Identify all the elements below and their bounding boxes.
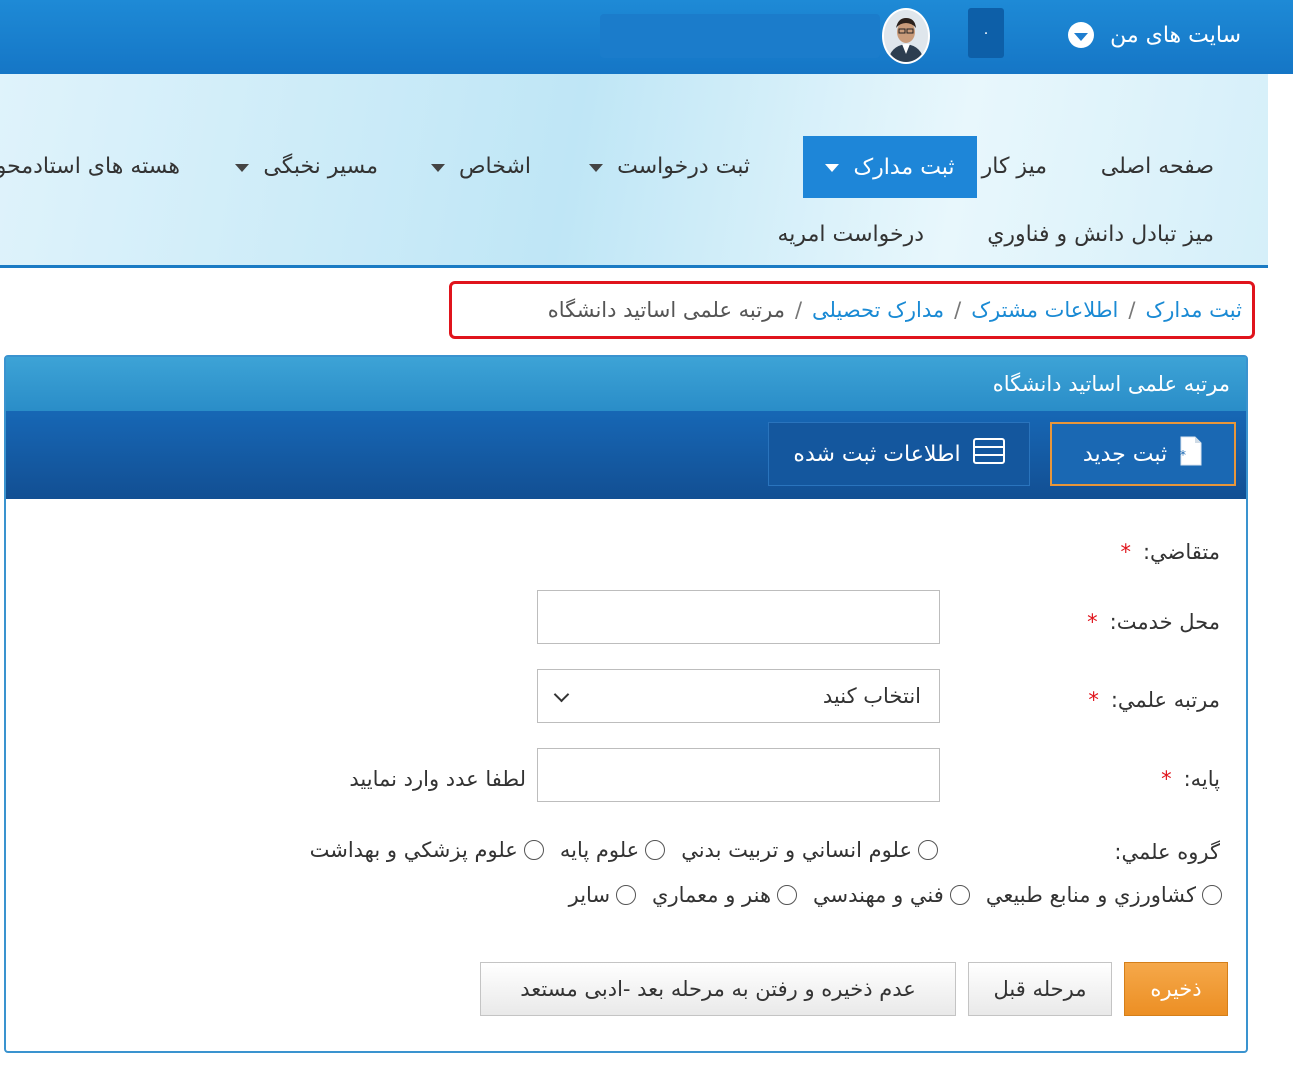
- radio-circle[interactable]: [1202, 885, 1222, 905]
- nav-register-documents-label: ثبت مدارک: [853, 154, 955, 180]
- nav-register-documents[interactable]: ثبت مدارک: [803, 136, 977, 198]
- radio-label: ساير: [568, 883, 611, 907]
- radio-circle[interactable]: [777, 885, 798, 905]
- avatar[interactable]: [882, 8, 930, 64]
- panel-title-text: مرتبه علمی اساتيد دانشگاه: [992, 372, 1230, 396]
- notification-badge[interactable]: ۰: [968, 8, 1004, 58]
- required-mark: *: [1087, 610, 1098, 634]
- caret-down-icon: [235, 163, 250, 172]
- form-panel: مرتبه علمی اساتيد دانشگاه * ثبت جديد اطل…: [4, 355, 1248, 1053]
- nav-desk[interactable]: ميز کار: [982, 154, 1047, 179]
- rank-label: مرتبه علمي: *: [1088, 688, 1220, 712]
- top-search-box[interactable]: [600, 14, 880, 58]
- nav-persons[interactable]: اشخاص: [430, 154, 531, 179]
- skip-next-step-button[interactable]: عدم ذخيره و رفتن به مرحله بعد -ادبی مستع…: [480, 962, 956, 1016]
- group-radio-row-2: كشاورزي و منابع طبيعي فني و مهندسي هنر و…: [553, 883, 1222, 907]
- nav-home-label: صفحه اصلی: [1100, 154, 1214, 179]
- my-sites-menu[interactable]: سایت های من: [1068, 18, 1241, 52]
- nav-professor-cores-label: هسته های استادمحو: [0, 154, 180, 179]
- base-input[interactable]: [537, 748, 940, 802]
- caret-down-icon: [589, 163, 604, 172]
- applicant-label: متقاضي: *: [1120, 540, 1220, 564]
- radio-circle[interactable]: [949, 885, 970, 905]
- top-bar: سایت های من ۰: [0, 0, 1293, 74]
- caret-down-icon: [430, 163, 445, 172]
- radio-label: علوم انساني و تربيت بدني: [681, 838, 912, 862]
- breadcrumb-link[interactable]: ثبت مدارک: [1145, 298, 1242, 322]
- base-hint: لطفا عدد وارد نماييد: [349, 767, 526, 791]
- radio-medical-sciences[interactable]: علوم پزشكي و بهداشت: [310, 838, 544, 862]
- group-radio-row-1: علوم انساني و تربيت بدني علوم پايه علوم …: [294, 838, 938, 862]
- service-place-input[interactable]: [537, 590, 940, 644]
- nav-elite-path-label: مسير نخبگی: [263, 154, 378, 179]
- radio-label: علوم پزشكي و بهداشت: [309, 838, 518, 862]
- required-mark: *: [1120, 540, 1131, 564]
- tab-registered-info-label: اطلاعات ثبت شده: [793, 441, 961, 467]
- rank-select-value: انتخاب كنيد: [822, 684, 921, 708]
- service-place-label-text: محل خدمت:: [1109, 610, 1220, 634]
- list-icon: [972, 438, 1005, 470]
- radio-circle[interactable]: [523, 840, 544, 860]
- caret-down-icon: [825, 164, 840, 172]
- nav-persons-label: اشخاص: [458, 154, 531, 179]
- user-avatar-icon: [884, 10, 928, 62]
- nav-desk-label: ميز کار: [981, 154, 1047, 179]
- nav-elite-path[interactable]: مسير نخبگی: [235, 154, 378, 179]
- breadcrumb-separator: /: [954, 298, 962, 322]
- breadcrumb-separator: /: [794, 298, 803, 322]
- radio-label: فني و مهندسي: [813, 883, 944, 907]
- panel-tabs: * ثبت جديد اطلاعات ثبت شده: [6, 411, 1246, 499]
- notification-count: ۰: [982, 25, 990, 41]
- radio-label: علوم پايه: [559, 838, 640, 862]
- rank-select[interactable]: انتخاب كنيد: [537, 669, 940, 723]
- radio-humanities[interactable]: علوم انساني و تربيت بدني: [681, 838, 938, 862]
- service-place-label: محل خدمت: *: [1087, 610, 1220, 634]
- new-document-icon: *: [1179, 436, 1203, 472]
- tab-new-record-label: ثبت جديد: [1082, 441, 1168, 467]
- svg-text:*: *: [1180, 448, 1186, 462]
- nav-service-request-label: درخواست امريه: [777, 222, 924, 247]
- nav-service-request[interactable]: درخواست امريه: [778, 222, 924, 247]
- base-label: پايه: *: [1161, 767, 1220, 791]
- radio-circle[interactable]: [616, 885, 637, 905]
- breadcrumb-current: مرتبه علمی اساتيد دانشگاه: [547, 298, 785, 322]
- radio-circle[interactable]: [645, 840, 666, 860]
- radio-other[interactable]: ساير: [568, 883, 637, 907]
- previous-step-button[interactable]: مرحله قبل: [968, 962, 1112, 1016]
- radio-label: كشاورزي و منابع طبيعي: [985, 883, 1196, 907]
- nav-home[interactable]: صفحه اصلی: [1101, 154, 1214, 179]
- breadcrumb: ثبت مدارک / اطلاعات مشترک / مدارک تحصيلی…: [449, 281, 1255, 339]
- tab-new-record[interactable]: * ثبت جديد: [1050, 422, 1236, 486]
- radio-basic-sciences[interactable]: علوم پايه: [559, 838, 666, 862]
- applicant-label-text: متقاضي:: [1142, 540, 1220, 564]
- nav-knowledge-exchange[interactable]: ميز تبادل دانش و فناوري: [987, 222, 1214, 247]
- nav-professor-cores[interactable]: هسته های استادمحو: [0, 154, 180, 179]
- main-nav: صفحه اصلی ميز کار ثبت مدارک ثبت درخواست …: [0, 74, 1268, 268]
- nav-submit-request[interactable]: ثبت درخواست: [589, 154, 750, 179]
- group-label: گروه علمي:: [1114, 840, 1220, 864]
- radio-circle[interactable]: [918, 840, 938, 860]
- nav-knowledge-exchange-label: ميز تبادل دانش و فناوري: [987, 222, 1214, 247]
- radio-label: هنر و معماري: [652, 883, 772, 907]
- panel-title: مرتبه علمی اساتيد دانشگاه: [6, 357, 1246, 411]
- my-sites-label: سایت های من: [1110, 22, 1241, 48]
- breadcrumb-link[interactable]: اطلاعات مشترک: [971, 298, 1118, 322]
- breadcrumb-separator: /: [1128, 298, 1136, 322]
- save-button[interactable]: ذخيره: [1124, 962, 1228, 1016]
- radio-art-architecture[interactable]: هنر و معماري: [652, 883, 798, 907]
- chevron-down-icon[interactable]: [1068, 22, 1095, 48]
- required-mark: *: [1088, 688, 1099, 712]
- rank-label-text: مرتبه علمي:: [1110, 688, 1220, 712]
- chevron-down-icon: [553, 686, 570, 702]
- required-mark: *: [1161, 767, 1172, 791]
- tab-registered-info[interactable]: اطلاعات ثبت شده: [768, 422, 1030, 486]
- base-label-text: پايه:: [1183, 767, 1220, 791]
- nav-submit-request-label: ثبت درخواست: [617, 154, 750, 179]
- radio-engineering[interactable]: فني و مهندسي: [813, 883, 970, 907]
- radio-agriculture[interactable]: كشاورزي و منابع طبيعي: [986, 883, 1222, 907]
- breadcrumb-link[interactable]: مدارک تحصيلی: [812, 298, 944, 322]
